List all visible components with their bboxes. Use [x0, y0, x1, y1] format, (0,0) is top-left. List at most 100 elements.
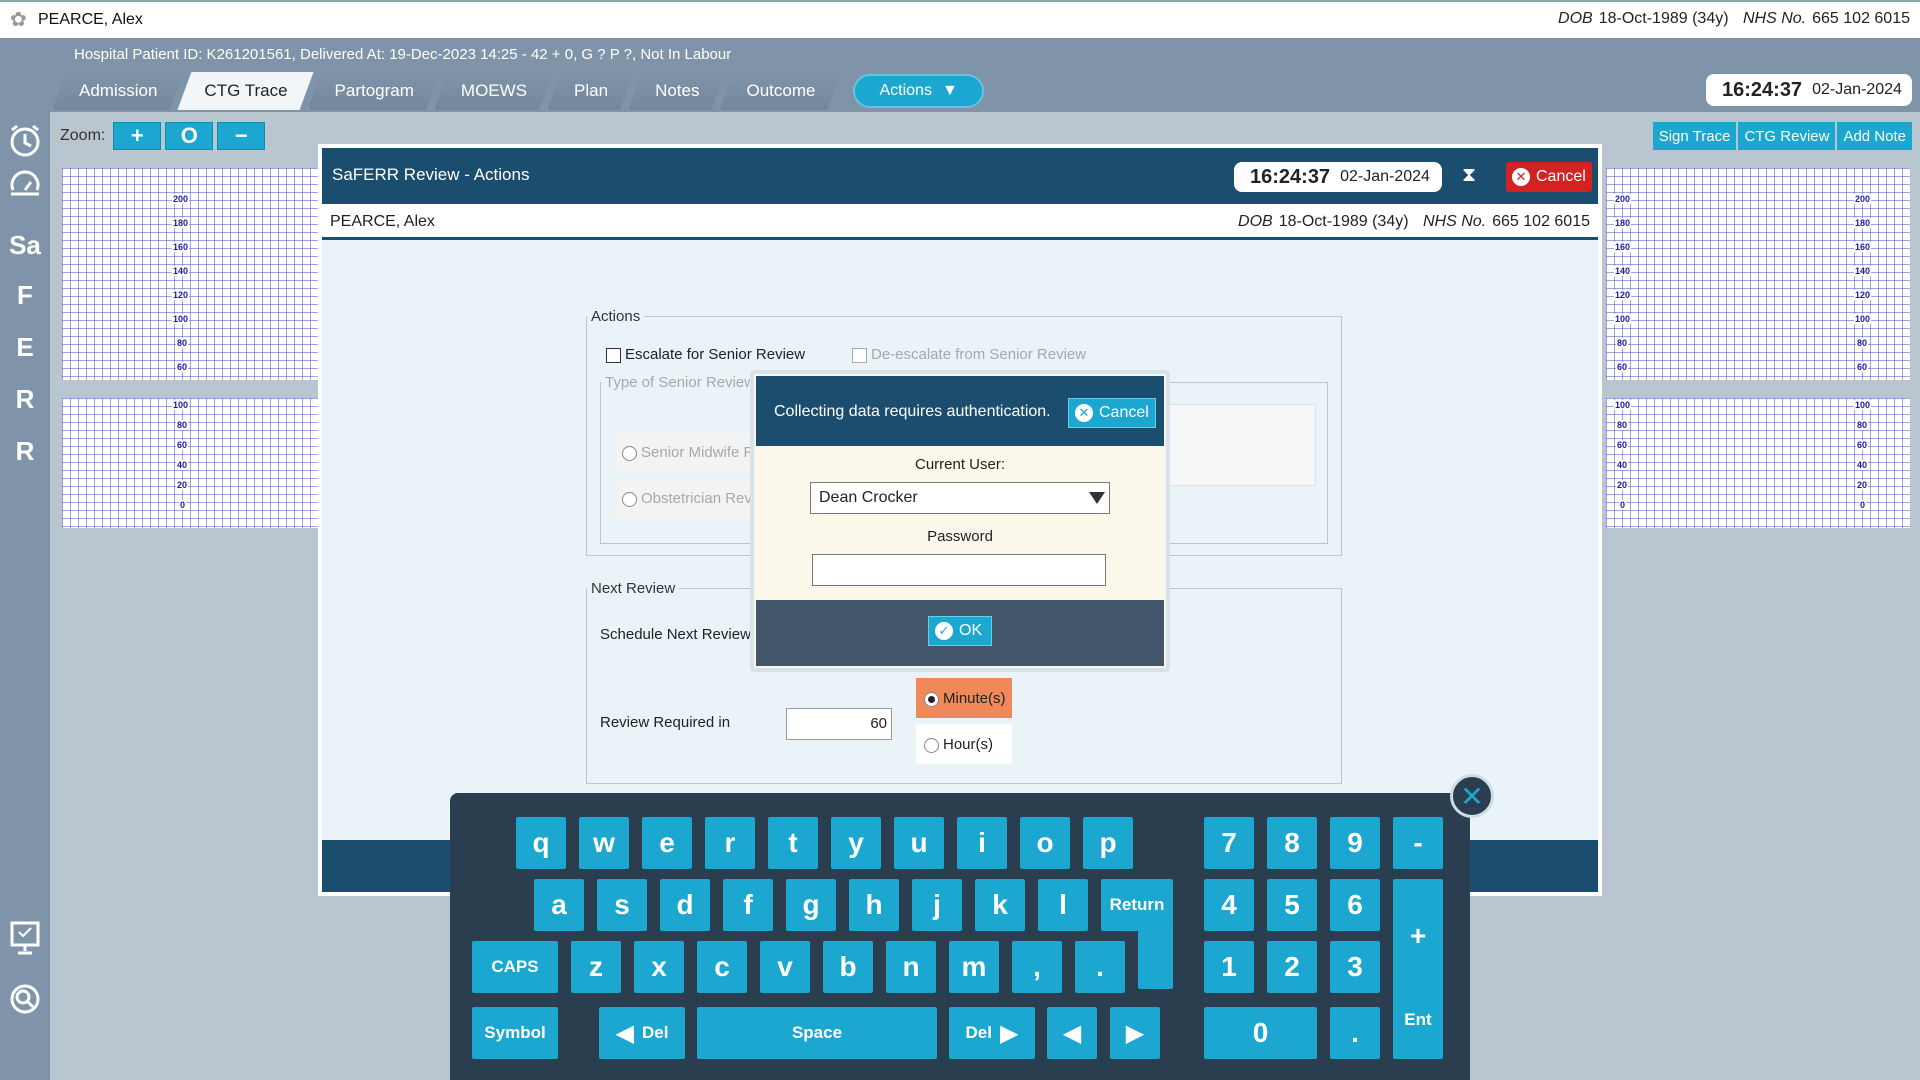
tab-moews[interactable]: MOEWS	[434, 72, 553, 110]
sidebar-sa[interactable]: Sa	[0, 230, 50, 261]
key-t[interactable]: t	[768, 817, 818, 869]
key-w[interactable]: w	[579, 817, 629, 869]
radio-circle[interactable]	[924, 737, 939, 753]
checkbox-box[interactable]	[852, 347, 867, 363]
checkbox-box[interactable]	[606, 347, 621, 363]
key-0[interactable]: 0	[1204, 1007, 1317, 1059]
key-l[interactable]: l	[1038, 879, 1088, 931]
key-comma[interactable]: ,	[1012, 941, 1062, 993]
key-minus[interactable]: -	[1393, 817, 1443, 869]
key-delete-left[interactable]: ◀ Del	[599, 1007, 685, 1059]
current-user-select[interactable]: Dean Crocker	[810, 482, 1110, 514]
fhr-tick: 120	[172, 290, 190, 300]
ctg-review-button[interactable]: CTG Review	[1738, 122, 1836, 150]
key-5[interactable]: 5	[1267, 879, 1317, 931]
tab-partogram[interactable]: Partogram	[308, 72, 440, 110]
sidebar-f[interactable]: F	[0, 280, 50, 311]
password-input[interactable]	[812, 554, 1106, 586]
key-n[interactable]: n	[886, 941, 936, 993]
hours-radio[interactable]: Hour(s)	[924, 736, 993, 753]
key-j[interactable]: j	[912, 879, 962, 931]
tab-admission[interactable]: Admission	[52, 72, 183, 110]
review-interval-input[interactable]: 60	[786, 708, 892, 740]
monitor-icon[interactable]	[0, 920, 50, 963]
cursor-right-key[interactable]: ▶	[1110, 1007, 1160, 1059]
key-f[interactable]: f	[723, 879, 773, 931]
key-1[interactable]: 1	[1204, 941, 1254, 993]
sidebar-e[interactable]: E	[0, 332, 50, 363]
key-6[interactable]: 6	[1330, 879, 1380, 931]
key-v[interactable]: v	[760, 941, 810, 993]
add-note-button[interactable]: Add Note	[1837, 122, 1912, 150]
key-p[interactable]: p	[1083, 817, 1133, 869]
key-symbol[interactable]: Symbol	[472, 1007, 558, 1059]
zoom-out-button[interactable]: −	[217, 122, 266, 150]
alarm-clock-icon[interactable]	[0, 122, 50, 165]
sidebar-r1[interactable]: R	[0, 384, 50, 415]
zoom-reset-button[interactable]: O	[165, 122, 214, 150]
zoom-in-button[interactable]: +	[113, 122, 162, 150]
radio-circle[interactable]	[622, 445, 637, 461]
senior-midwife-radio[interactable]: Senior Midwife R	[622, 444, 754, 461]
key-space[interactable]: Space	[697, 1007, 937, 1059]
key-x[interactable]: x	[634, 941, 684, 993]
key-delete-right[interactable]: Del ▶	[949, 1007, 1035, 1059]
key-return-tail[interactable]	[1138, 923, 1173, 989]
tab-plan[interactable]: Plan	[547, 72, 634, 110]
key-decimal[interactable]: .	[1330, 1007, 1380, 1059]
key-caps[interactable]: CAPS	[472, 941, 558, 993]
review-type-panel	[1152, 404, 1316, 486]
key-e[interactable]: e	[642, 817, 692, 869]
key-s[interactable]: s	[597, 879, 647, 931]
key-plus[interactable]: +	[1393, 879, 1443, 993]
escalate-checkbox[interactable]: Escalate for Senior Review	[606, 346, 805, 363]
modal-cancel-button[interactable]: ✕ Cancel	[1506, 162, 1592, 192]
review-timer-icon[interactable]	[0, 166, 50, 209]
fhr-tick: 80	[1856, 338, 1869, 348]
nhs-label: NHS No.	[1743, 10, 1807, 27]
obstetrician-radio[interactable]: Obstetrician Revi	[622, 490, 755, 507]
key-d[interactable]: d	[660, 879, 710, 931]
radio-circle[interactable]	[622, 491, 637, 507]
key-3[interactable]: 3	[1330, 941, 1380, 993]
auth-cancel-button[interactable]: ✕ Cancel	[1068, 398, 1156, 428]
key-z[interactable]: z	[571, 941, 621, 993]
fhr-tick: 120	[1614, 290, 1632, 300]
key-g[interactable]: g	[786, 879, 836, 931]
key-b[interactable]: b	[823, 941, 873, 993]
key-h[interactable]: h	[849, 879, 899, 931]
key-c[interactable]: c	[697, 941, 747, 993]
filter-icon[interactable]: ⧗	[1462, 164, 1476, 187]
key-o[interactable]: o	[1020, 817, 1070, 869]
search-icon[interactable]	[0, 982, 50, 1023]
key-a[interactable]: a	[534, 879, 584, 931]
actions-dropdown-button[interactable]: Actions ▼	[853, 74, 984, 108]
minutes-radio[interactable]: Minute(s)	[924, 690, 1006, 707]
key-9[interactable]: 9	[1330, 817, 1380, 869]
key-k[interactable]: k	[975, 879, 1025, 931]
key-8[interactable]: 8	[1267, 817, 1317, 869]
ok-button[interactable]: ✓ OK	[928, 616, 992, 646]
key-r[interactable]: r	[705, 817, 755, 869]
key-u[interactable]: u	[894, 817, 944, 869]
cursor-left-key[interactable]: ◀	[1047, 1007, 1097, 1059]
tab-outcome[interactable]: Outcome	[719, 72, 841, 110]
key-7[interactable]: 7	[1204, 817, 1254, 869]
tab-ctg-trace[interactable]: CTG Trace	[177, 72, 313, 110]
header-band: Hospital Patient ID: K261201561, Deliver…	[0, 38, 1920, 112]
keyboard-close-icon[interactable]: ✕	[1450, 774, 1494, 818]
radio-circle[interactable]	[924, 691, 939, 707]
left-sidebar: Sa F E R R	[0, 112, 50, 1080]
deescalate-checkbox[interactable]: De-escalate from Senior Review	[852, 346, 1086, 363]
key-y[interactable]: y	[831, 817, 881, 869]
key-q[interactable]: q	[516, 817, 566, 869]
key-m[interactable]: m	[949, 941, 999, 993]
key-i[interactable]: i	[957, 817, 1007, 869]
tab-notes[interactable]: Notes	[628, 72, 725, 110]
sidebar-r2[interactable]: R	[0, 436, 50, 467]
key-2[interactable]: 2	[1267, 941, 1317, 993]
key-4[interactable]: 4	[1204, 879, 1254, 931]
sign-trace-button[interactable]: Sign Trace	[1652, 122, 1737, 150]
key-enter[interactable]: Ent	[1393, 981, 1443, 1059]
key-period[interactable]: .	[1075, 941, 1125, 993]
